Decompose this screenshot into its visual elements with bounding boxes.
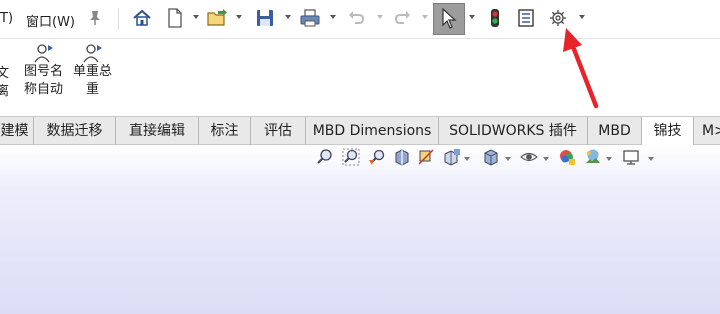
ribbon-label-line1: 文 xyxy=(0,66,10,81)
undo-dropdown[interactable] xyxy=(377,15,383,19)
toolbar-separator xyxy=(118,8,119,30)
zoom-to-fit-icon[interactable] xyxy=(316,148,334,166)
file-properties-icon xyxy=(518,9,534,27)
print-dropdown[interactable] xyxy=(330,15,336,19)
display-style-icon[interactable] xyxy=(482,148,500,166)
view-settings-dropdown[interactable] xyxy=(648,157,654,161)
save-button[interactable] xyxy=(254,7,276,29)
tab-modeling[interactable]: 建模 xyxy=(0,117,34,145)
open-folder-icon xyxy=(207,9,227,26)
zoom-area-icon[interactable] xyxy=(342,148,360,166)
new-file-icon xyxy=(168,8,182,28)
options-dropdown[interactable] xyxy=(579,15,585,19)
new-file-dropdown[interactable] xyxy=(193,15,199,19)
command-manager-tabs: 建模 数据迁移 直接编辑 标注 评估 MBD Dimensions SOLIDW… xyxy=(0,116,720,146)
tab-solidworks-addins[interactable]: SOLIDWORKS 插件 xyxy=(439,117,588,145)
gear-icon xyxy=(550,10,566,26)
home-icon xyxy=(133,9,151,26)
print-icon xyxy=(300,9,320,27)
tab-more[interactable]: M> xyxy=(694,117,720,145)
ribbon-label-line2: 称自动 xyxy=(24,82,64,97)
ribbon-button-partial[interactable]: 文 离 xyxy=(0,65,9,101)
open-button[interactable] xyxy=(206,7,228,29)
ribbon-button-unit-weight[interactable]: 单重总 重 xyxy=(73,43,112,99)
file-properties-button[interactable] xyxy=(515,7,537,29)
previous-view-icon[interactable] xyxy=(368,148,386,166)
user-arrow-icon xyxy=(33,44,53,63)
tab-markup[interactable]: 标注 xyxy=(199,117,251,145)
view-settings-icon[interactable] xyxy=(622,148,640,166)
redo-dropdown[interactable] xyxy=(422,15,428,19)
apply-scene-dropdown[interactable] xyxy=(606,157,612,161)
new-file-button[interactable] xyxy=(164,7,186,29)
ribbon-label-line1: 图号名 xyxy=(24,64,64,79)
display-style-dropdown[interactable] xyxy=(505,157,511,161)
select-dropdown[interactable] xyxy=(469,15,475,19)
graphics-area[interactable] xyxy=(0,145,720,314)
home-button[interactable] xyxy=(131,7,153,29)
ribbon-button-drawing-number[interactable]: 图号名 称自动 xyxy=(24,43,63,99)
ribbon-label-line2: 离 xyxy=(0,84,10,99)
open-dropdown[interactable] xyxy=(236,15,242,19)
ribbon-label-line1: 单重总 xyxy=(73,64,113,79)
undo-icon xyxy=(349,11,365,24)
view-orientation-dropdown[interactable] xyxy=(464,157,470,161)
pin-icon[interactable] xyxy=(88,10,102,26)
menu-window[interactable]: 窗口(W) xyxy=(26,11,75,30)
menu-bar: T) 窗口(W) xyxy=(0,0,720,38)
apply-scene-icon[interactable] xyxy=(584,148,602,166)
section-view-icon[interactable] xyxy=(393,148,411,166)
save-icon xyxy=(257,10,273,26)
redo-button[interactable] xyxy=(392,7,414,29)
tab-mbd[interactable]: MBD xyxy=(588,117,642,145)
dynamic-annotation-icon[interactable] xyxy=(417,148,435,166)
hide-show-dropdown[interactable] xyxy=(543,157,549,161)
ribbon-label-line2: 重 xyxy=(86,82,100,97)
save-dropdown[interactable] xyxy=(285,15,291,19)
tab-data-migration[interactable]: 数据迁移 xyxy=(34,117,116,145)
menu-tools[interactable]: T) xyxy=(0,11,13,26)
print-button[interactable] xyxy=(299,7,321,29)
select-pointer-icon xyxy=(442,8,457,29)
tab-mbd-dimensions[interactable]: MBD Dimensions xyxy=(306,117,439,145)
traffic-light-icon xyxy=(491,9,499,27)
options-button[interactable] xyxy=(547,7,569,29)
hide-show-icon[interactable] xyxy=(520,148,538,166)
select-button[interactable] xyxy=(433,3,465,35)
user-arrow-icon xyxy=(82,44,102,63)
rebuild-button[interactable] xyxy=(484,7,506,29)
view-orientation-icon[interactable] xyxy=(443,148,461,166)
tab-evaluate[interactable]: 评估 xyxy=(251,117,306,145)
tab-direct-editing[interactable]: 直接编辑 xyxy=(116,117,199,145)
edit-appearance-icon[interactable] xyxy=(558,148,576,166)
tab-jinji[interactable]: 锦技 xyxy=(642,117,694,146)
redo-icon xyxy=(394,11,410,24)
command-manager-ribbon: 文 离 图号名 称自动 单重总 重 xyxy=(0,38,720,116)
undo-button[interactable] xyxy=(345,7,367,29)
